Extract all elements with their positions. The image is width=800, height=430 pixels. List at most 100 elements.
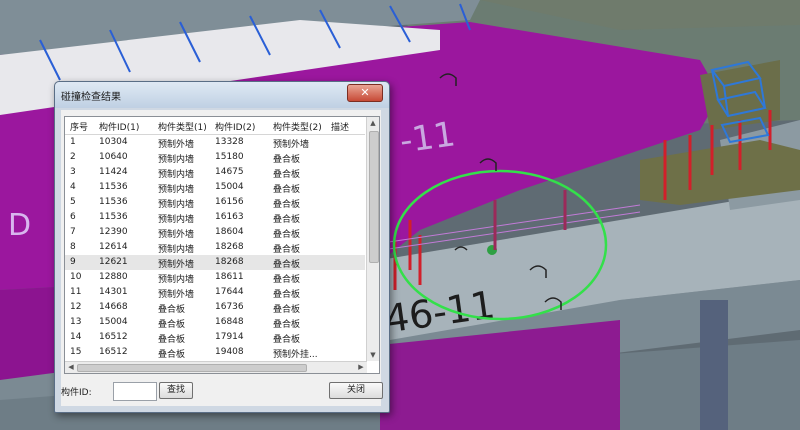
- table-row[interactable]: 14 16512 叠合板 17914 叠合板: [65, 330, 365, 345]
- table-cell: 14: [70, 332, 82, 342]
- table-cell: 预制内墙: [158, 275, 195, 285]
- table-cell: 预制外墙: [158, 290, 195, 300]
- table-row[interactable]: 13 15004 叠合板 16848 叠合板: [65, 315, 365, 330]
- col-header-type2[interactable]: 构件类型(2): [273, 120, 322, 133]
- collision-results-dialog[interactable]: 碰撞检查结果 ✕ 序号 构件ID(1) 构件类型(1) 构件ID(2) 构件类型…: [54, 81, 390, 413]
- close-button[interactable]: 关闭: [329, 382, 383, 399]
- table-cell: 16848: [215, 317, 244, 327]
- table-cell: 15004: [215, 182, 244, 192]
- dialog-title-bar[interactable]: 碰撞检查结果 ✕: [55, 82, 389, 108]
- table-cell: 12: [70, 302, 82, 312]
- table-row[interactable]: 11 14301 预制外墙 17644 叠合板: [65, 285, 365, 300]
- table-cell: 12880: [99, 272, 128, 282]
- col-header-desc[interactable]: 描述: [331, 120, 349, 133]
- table-cell: 15: [70, 347, 82, 357]
- table-cell: 16156: [215, 197, 244, 207]
- table-cell: 4: [70, 182, 76, 192]
- slab-label-left: D: [8, 208, 31, 243]
- hscroll-thumb[interactable]: [77, 364, 307, 372]
- scroll-thumb[interactable]: [369, 131, 379, 263]
- table-row[interactable]: 8 12614 预制内墙 18268 叠合板: [65, 240, 365, 255]
- table-cell: 预制外挂...: [273, 350, 318, 360]
- table-cell: 3: [70, 167, 76, 177]
- table-cell: 15180: [215, 152, 244, 162]
- table-cell: 预制外墙: [273, 140, 310, 150]
- dialog-body: 序号 构件ID(1) 构件类型(1) 构件ID(2) 构件类型(2) 描述 11…: [61, 110, 383, 406]
- table-cell: 11536: [99, 182, 128, 192]
- table-cell: 10304: [99, 137, 128, 147]
- table-cell: 叠合板: [273, 215, 301, 225]
- table-cell: 叠合板: [158, 320, 186, 330]
- table-cell: 预制内墙: [158, 215, 195, 225]
- table-cell: 14668: [99, 302, 128, 312]
- table-cell: 10: [70, 272, 82, 282]
- table-cell: 5: [70, 197, 76, 207]
- table-cell: 预制内墙: [158, 170, 195, 180]
- horizontal-scrollbar[interactable]: ◀ ▶: [65, 361, 367, 373]
- results-list[interactable]: 序号 构件ID(1) 构件类型(1) 构件ID(2) 构件类型(2) 描述 11…: [64, 116, 380, 374]
- table-cell: 叠合板: [273, 245, 301, 255]
- table-row[interactable]: 15 16512 叠合板 19408 预制外挂...: [65, 345, 365, 360]
- table-row[interactable]: 5 11536 预制内墙 16156 叠合板: [65, 195, 365, 210]
- table-cell: 18268: [215, 257, 244, 267]
- component-id-input[interactable]: [113, 382, 157, 401]
- table-row[interactable]: 12 14668 叠合板 16736 叠合板: [65, 300, 365, 315]
- table-cell: 叠合板: [273, 230, 301, 240]
- col-header-id1[interactable]: 构件ID(1): [99, 120, 139, 133]
- table-cell: 预制内墙: [158, 245, 195, 255]
- table-cell: 预制外墙: [158, 260, 195, 270]
- table-row[interactable]: 7 12390 预制外墙 18604 叠合板: [65, 225, 365, 240]
- table-cell: 叠合板: [273, 185, 301, 195]
- table-cell: 17644: [215, 287, 244, 297]
- table-cell: 预制内墙: [158, 155, 195, 165]
- table-cell: 叠合板: [273, 260, 301, 270]
- table-cell: 叠合板: [273, 305, 301, 315]
- table-row[interactable]: 2 10640 预制内墙 15180 叠合板: [65, 150, 365, 165]
- table-cell: 11536: [99, 197, 128, 207]
- scroll-left-icon[interactable]: ◀: [66, 362, 76, 373]
- table-cell: 7: [70, 227, 76, 237]
- scroll-right-icon[interactable]: ▶: [356, 362, 366, 373]
- scroll-down-icon[interactable]: ▼: [368, 350, 378, 360]
- table-row[interactable]: 10 12880 预制内墙 18611 叠合板: [65, 270, 365, 285]
- table-row[interactable]: 1 10304 预制外墙 13328 预制外墙: [65, 135, 365, 150]
- table-row[interactable]: 9 12621 预制外墙 18268 叠合板: [65, 255, 365, 270]
- table-cell: 叠合板: [273, 200, 301, 210]
- table-cell: 16736: [215, 302, 244, 312]
- table-cell: 叠合板: [158, 350, 186, 360]
- table-cell: 叠合板: [273, 170, 301, 180]
- table-cell: 13: [70, 317, 82, 327]
- table-row[interactable]: 6 11536 预制内墙 16163 叠合板: [65, 210, 365, 225]
- col-header-index[interactable]: 序号: [70, 120, 88, 133]
- table-cell: 10640: [99, 152, 128, 162]
- table-cell: 11536: [99, 212, 128, 222]
- table-cell: 11: [70, 287, 82, 297]
- find-button[interactable]: 查找: [159, 382, 193, 399]
- table-cell: 叠合板: [273, 155, 301, 165]
- table-cell: 12390: [99, 227, 128, 237]
- table-cell: 18268: [215, 242, 244, 252]
- table-cell: 叠合板: [158, 305, 186, 315]
- table-row[interactable]: 3 11424 预制内墙 14675 叠合板: [65, 165, 365, 180]
- col-header-type1[interactable]: 构件类型(1): [158, 120, 207, 133]
- table-cell: 18611: [215, 272, 244, 282]
- table-cell: 预制内墙: [158, 200, 195, 210]
- table-cell: 16512: [99, 332, 128, 342]
- table-cell: 18604: [215, 227, 244, 237]
- close-icon[interactable]: ✕: [347, 84, 383, 102]
- table-cell: 1: [70, 137, 76, 147]
- dialog-title: 碰撞检查结果: [61, 92, 121, 103]
- table-cell: 6: [70, 212, 76, 222]
- table-cell: 14675: [215, 167, 244, 177]
- table-cell: 12621: [99, 257, 128, 267]
- vertical-scrollbar[interactable]: ▲ ▼: [366, 117, 379, 361]
- col-header-id2[interactable]: 构件ID(2): [215, 120, 255, 133]
- scroll-up-icon[interactable]: ▲: [368, 118, 378, 128]
- table-cell: 11424: [99, 167, 128, 177]
- table-cell: 9: [70, 257, 76, 267]
- list-rows: 1 10304 预制外墙 13328 预制外墙 2 10640 预制内墙 15180 叠合板 3 11…: [65, 135, 365, 373]
- table-row[interactable]: 4 11536 预制内墙 15004 叠合板: [65, 180, 365, 195]
- table-cell: 13328: [215, 137, 244, 147]
- table-cell: 预制外墙: [158, 230, 195, 240]
- table-cell: 17914: [215, 332, 244, 342]
